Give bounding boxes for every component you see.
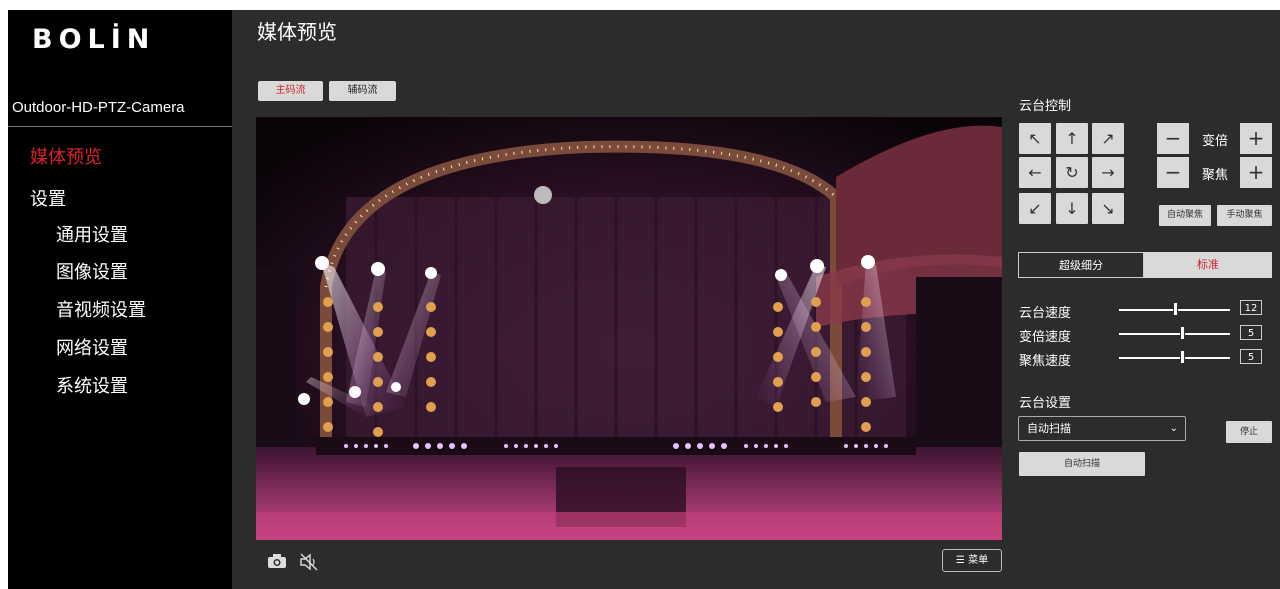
page-title: 媒体预览	[257, 20, 337, 44]
stage-image	[256, 117, 1002, 540]
scan-mode-value: 自动扫描	[1027, 422, 1071, 435]
camera-icon[interactable]	[267, 553, 287, 573]
zoom-speed-label: 变倍速度	[1019, 330, 1072, 345]
ptz-down-left-button[interactable]: ↙	[1019, 193, 1051, 224]
ptz-up-left-button[interactable]: ↖	[1019, 123, 1051, 154]
camera-model: Outdoor-HD-PTZ-Camera	[12, 99, 185, 116]
ptz-control-title: 云台控制	[1019, 99, 1072, 114]
scan-mode-select[interactable]: 自动扫描 ⌄	[1018, 416, 1186, 441]
mode-standard-tab[interactable]: 标准	[1144, 252, 1272, 278]
ptz-up-button[interactable]: ↑	[1056, 123, 1088, 154]
zoom-speed-slider[interactable]	[1119, 333, 1230, 335]
ptz-left-button[interactable]: ←	[1019, 157, 1051, 188]
zoom-label: 变倍	[1202, 134, 1229, 149]
nav-media-preview[interactable]: 媒体预览	[30, 143, 102, 169]
nav-system-settings[interactable]: 系统设置	[56, 372, 128, 398]
mute-icon[interactable]	[299, 553, 319, 575]
focus-near-button[interactable]: −	[1157, 157, 1189, 188]
nav-settings[interactable]: 设置	[30, 185, 66, 211]
pan-speed-label: 云台速度	[1019, 306, 1072, 321]
main-stream-button[interactable]: 主码流	[258, 81, 323, 101]
auto-scan-button[interactable]: 自动扫描	[1019, 452, 1145, 476]
focus-far-button[interactable]: +	[1240, 157, 1272, 188]
nav-image-settings[interactable]: 图像设置	[56, 258, 128, 284]
ptz-up-right-button[interactable]: ↗	[1092, 123, 1124, 154]
ptz-down-button[interactable]: ↓	[1056, 193, 1088, 224]
chevron-down-icon: ⌄	[1169, 423, 1178, 434]
focus-speed-label: 聚焦速度	[1019, 354, 1072, 369]
focus-speed-thumb[interactable]	[1180, 350, 1186, 364]
ptz-down-right-button[interactable]: ↘	[1092, 193, 1124, 224]
zoom-speed-thumb[interactable]	[1180, 326, 1186, 340]
focus-speed-value[interactable]: 5	[1240, 349, 1262, 364]
divider	[8, 126, 232, 127]
auto-focus-button[interactable]: 自动聚焦	[1159, 205, 1211, 226]
sub-stream-button[interactable]: 辅码流	[329, 81, 396, 101]
player-menu-button[interactable]: ☰ 菜单	[942, 549, 1002, 572]
nav-general-settings[interactable]: 通用设置	[56, 221, 128, 247]
focus-label: 聚焦	[1202, 168, 1229, 183]
nav-network-settings[interactable]: 网络设置	[56, 334, 128, 360]
brand-logo: BOLİN	[32, 24, 156, 55]
menu-label: 菜单	[968, 555, 989, 566]
pan-speed-thumb[interactable]	[1172, 302, 1178, 316]
ptz-right-button[interactable]: →	[1092, 157, 1124, 188]
pan-speed-value[interactable]: 12	[1240, 300, 1262, 315]
menu-icon: ☰	[955, 555, 965, 566]
manual-focus-button[interactable]: 手动聚焦	[1217, 205, 1272, 226]
mode-fine-tab[interactable]: 超级细分	[1018, 252, 1144, 278]
ptz-settings-title: 云台设置	[1019, 396, 1072, 411]
zoom-speed-value[interactable]: 5	[1240, 325, 1262, 340]
nav-av-settings[interactable]: 音视频设置	[56, 296, 146, 322]
stop-button[interactable]: 停止	[1226, 421, 1272, 443]
zoom-in-button[interactable]: +	[1240, 123, 1272, 154]
ptz-home-button[interactable]: ↻	[1056, 157, 1088, 188]
focus-speed-slider[interactable]	[1119, 357, 1230, 359]
zoom-out-button[interactable]: −	[1157, 123, 1189, 154]
video-preview[interactable]	[256, 117, 1002, 540]
sidebar: BOLİN Outdoor-HD-PTZ-Camera 媒体预览 设置 通用设置…	[8, 10, 232, 589]
